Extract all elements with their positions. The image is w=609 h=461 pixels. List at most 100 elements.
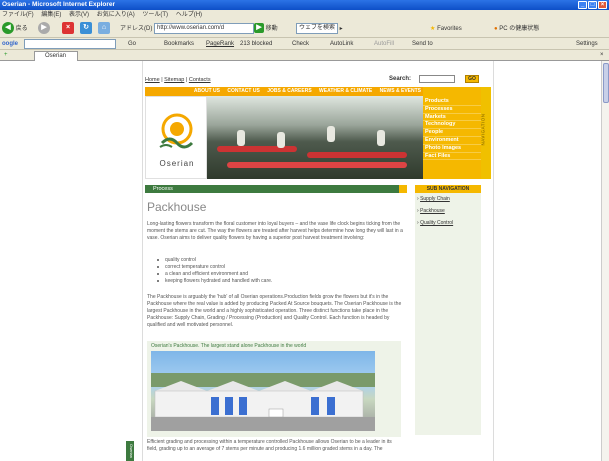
forward-button[interactable]: ▶ (38, 20, 50, 38)
vertical-scrollbar[interactable] (601, 61, 609, 461)
favorites-label: Favorites (437, 26, 462, 32)
menu-file[interactable]: ファイル(F) (2, 12, 34, 18)
side-tab[interactable]: Oserian (126, 441, 134, 461)
list-item: keeping flowers hydrated and handled wit… (157, 278, 357, 285)
body-paragraph: The Packhouse is arguably the 'hub' of a… (147, 294, 402, 328)
browser-window: Oserian - Microsoft Internet Explorer _ … (0, 0, 609, 461)
menu-environment[interactable]: Environment (423, 137, 481, 145)
refresh-button[interactable]: ↻ (80, 20, 92, 38)
autolink-button[interactable]: AutoLink (330, 38, 353, 50)
nav-jobs-careers[interactable]: JOBS & CAREERS (267, 88, 311, 94)
list-item: quality control (157, 257, 357, 264)
list-item: a clean and efficient environment and (157, 271, 357, 278)
bookmarks-button[interactable]: Bookmarks (164, 38, 194, 50)
nav-about-us[interactable]: ABOUT US (194, 88, 220, 94)
home-link[interactable]: Home (145, 77, 160, 83)
menu-technology[interactable]: Technology (423, 121, 481, 130)
menu-favorites[interactable]: お気に入り(A) (97, 12, 135, 18)
oserian-logo[interactable]: Oserian (145, 96, 207, 179)
flower-row (307, 152, 407, 158)
go-button[interactable]: ▶ 移動 (254, 20, 278, 38)
google-search-input[interactable] (24, 39, 116, 49)
vertical-navigation-label: NAVIGATION (481, 87, 491, 179)
send-to-button[interactable]: Send to (412, 38, 433, 50)
address-label: アドレス(D) (120, 26, 153, 32)
contacts-link[interactable]: Contacts (189, 77, 211, 83)
menu-products[interactable]: Products (423, 98, 481, 106)
nav-news-events[interactable]: NEWS & EVENTS (380, 88, 421, 94)
tab-label: Oserian (45, 53, 67, 59)
subnav-packhouse[interactable]: › Packhouse (415, 205, 481, 217)
menu-edit[interactable]: 編集(E) (41, 12, 61, 18)
close-button[interactable]: × (598, 1, 607, 9)
nav-weather-climate[interactable]: WEATHER & CLIMATE (319, 88, 372, 94)
minimize-button[interactable]: _ (578, 1, 587, 9)
navigation-toolbar: ◀ 戻る ▶ × ↻ ⌂ アドレス(D) http://www.oserian.… (0, 20, 609, 38)
close-tab-icon[interactable]: × (600, 50, 604, 61)
page-viewport: Home | Sitemap | Contacts Search: GO ABO… (0, 61, 601, 461)
back-label: 戻る (15, 26, 28, 32)
search-go-icon[interactable]: ▸ (340, 26, 343, 32)
worker-figure (277, 132, 285, 148)
address-input[interactable]: http://www.oserian.com/d (154, 22, 255, 34)
menu-tools[interactable]: ツール(T) (142, 12, 168, 18)
list-item: correct temperature control (157, 264, 357, 271)
google-toolbar: oogle Go Bookmarks PageRank 213 blocked … (0, 38, 609, 50)
menu-bar: ファイル(F) 編集(E) 表示(V) お気に入り(A) ツール(T) ヘルプ(… (0, 10, 609, 20)
spellcheck-button[interactable]: Check (292, 38, 309, 50)
worker-figure (377, 130, 385, 146)
subnav-quality-control[interactable]: › Quality Control (415, 217, 481, 229)
tab-oserian[interactable]: Oserian (34, 51, 78, 61)
menu-people[interactable]: People (423, 129, 481, 137)
page-title: Packhouse (147, 200, 207, 214)
sitemap-link[interactable]: Sitemap (164, 77, 184, 83)
scrollbar-thumb[interactable] (603, 63, 609, 103)
go-label: 移動 (265, 26, 278, 32)
flower-row (227, 162, 407, 168)
google-logo: oogle (2, 41, 18, 47)
nav-contact-us[interactable]: CONTACT US (227, 88, 259, 94)
menu-processes[interactable]: Processes (423, 106, 481, 114)
oserian-page: Home | Sitemap | Contacts Search: GO ABO… (142, 61, 494, 461)
menu-photo-images[interactable]: Photo Images (423, 145, 481, 153)
bullet-list: quality control correct temperature cont… (157, 257, 357, 285)
add-tab-icon[interactable]: + (4, 50, 8, 61)
home-button[interactable]: ⌂ (98, 20, 110, 38)
home-icon: ⌂ (98, 22, 110, 35)
back-arrow-icon: ◀ (2, 22, 14, 35)
subnav-supply-chain-label: Supply Chain (420, 196, 450, 202)
site-search-input[interactable] (419, 75, 455, 83)
site-search-label: Search: (389, 76, 412, 82)
stop-button[interactable]: × (62, 20, 74, 38)
popup-blocked-indicator[interactable]: 213 blocked (240, 38, 272, 50)
menu-help[interactable]: ヘルプ(H) (176, 12, 202, 18)
maximize-button[interactable]: □ (588, 1, 597, 9)
menu-view[interactable]: 表示(V) (69, 12, 89, 18)
menu-markets[interactable]: Markets (423, 114, 481, 122)
sub-navigation: SUB NAVIGATION › Supply Chain › Packhous… (415, 185, 481, 435)
stop-icon: × (62, 22, 74, 35)
back-button[interactable]: ◀ 戻る (2, 20, 28, 38)
logo-wordmark: Oserian (159, 159, 195, 168)
google-settings-button[interactable]: Settings (576, 38, 598, 50)
search-field[interactable]: ウェブを検索 (296, 22, 338, 34)
worker-figure (237, 130, 245, 146)
title-bar: Oserian - Microsoft Internet Explorer _ … (0, 0, 609, 10)
pagerank-indicator[interactable]: PageRank (206, 38, 234, 50)
autofill-button[interactable]: AutoFill (374, 38, 394, 50)
footer-paragraph: Efficient grading and processing within … (147, 439, 392, 452)
health-button[interactable]: ● PC の健康状態 (494, 20, 539, 38)
subnav-supply-chain[interactable]: › Supply Chain (415, 193, 481, 205)
health-label: PC の健康状態 (499, 26, 540, 32)
packhouse-photo (151, 351, 375, 431)
site-search-go-button[interactable]: GO (465, 75, 479, 83)
photo-caption: Oserian's Packhouse. The largest stand a… (151, 343, 307, 349)
subnav-packhouse-label: Packhouse (420, 208, 445, 214)
toolbar-search: ウェブを検索 ▸ (296, 20, 343, 38)
site-header: ABOUT US CONTACT US JOBS & CAREERS WEATH… (145, 87, 491, 179)
menu-spacer (423, 87, 481, 98)
menu-fact-files[interactable]: Fact Files (423, 153, 481, 161)
favorites-button[interactable]: ★ Favorites (430, 20, 462, 38)
section-title: Process (153, 186, 173, 192)
google-go-button[interactable]: Go (128, 38, 136, 50)
